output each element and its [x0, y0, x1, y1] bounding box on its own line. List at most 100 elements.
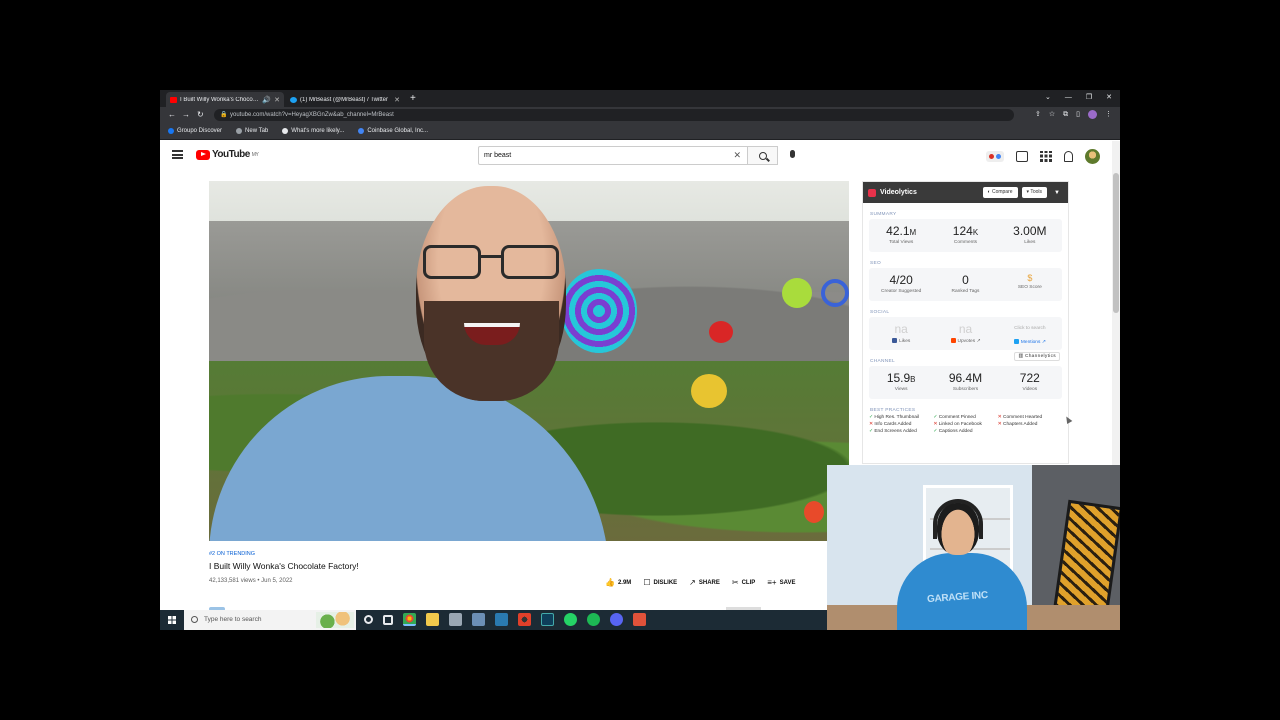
- bookmark-label: Groupo Discover: [177, 128, 223, 134]
- account-avatar[interactable]: [1085, 149, 1100, 164]
- hamburger-menu-icon[interactable]: [172, 150, 183, 159]
- best-practices-list: High Res. Thumbnail Comment Pinned Comme…: [869, 415, 1062, 434]
- apps-grid-icon[interactable]: [1040, 151, 1052, 162]
- menu-kebab-icon[interactable]: ⋮: [1105, 110, 1112, 120]
- stat-ranked-tags: 0 Ranked Tags: [933, 268, 997, 301]
- share-page-icon[interactable]: ⇪: [1035, 110, 1041, 120]
- windows-start-icon[interactable]: [168, 616, 176, 624]
- share-icon: ↗: [689, 578, 696, 587]
- best-practice-item: End Screens Added: [869, 429, 933, 434]
- whatsapp-icon[interactable]: [564, 613, 577, 626]
- summary-stats: 42.1M Total Views 124K Comments 3.00M Li…: [869, 219, 1062, 252]
- toolbar-icons: ⇪ ☆ ⧉ ▯ ⋮: [1035, 110, 1112, 120]
- cloud-app-icon[interactable]: [449, 613, 462, 626]
- compare-label: Compare: [991, 189, 1013, 195]
- create-video-icon[interactable]: [1016, 151, 1028, 162]
- like-button[interactable]: 👍 2.9M: [605, 578, 631, 587]
- scissors-icon: ✂: [731, 578, 739, 587]
- dislike-button[interactable]: ☐ DISLIKE: [643, 578, 677, 587]
- discord-icon[interactable]: [610, 613, 623, 626]
- bookmark-new-tab[interactable]: New Tab: [236, 128, 268, 134]
- restore-button[interactable]: ❐: [1086, 92, 1092, 104]
- youtube-logo[interactable]: YouTube MY: [196, 149, 259, 160]
- best-practices-heading: BEST PRACTICES: [870, 408, 916, 413]
- thumbs-up-icon: 👍: [605, 578, 615, 587]
- spotify-icon[interactable]: [587, 613, 600, 626]
- video-frame-candy-ball: [782, 278, 812, 308]
- notifications-bell-icon[interactable]: [1064, 151, 1073, 162]
- scrollbar-thumb[interactable]: [1113, 173, 1119, 313]
- video-title: I Built Willy Wonka's Chocolate Factory!: [209, 561, 359, 571]
- video-player[interactable]: [209, 181, 849, 541]
- stat-seo-score[interactable]: $ SEO Score: [998, 268, 1062, 301]
- bookmark-whats-more-likely[interactable]: What's more likely...: [282, 128, 344, 134]
- new-tab-button[interactable]: +: [410, 92, 416, 105]
- microphone-icon[interactable]: [790, 150, 795, 158]
- reload-icon[interactable]: ↻: [197, 110, 204, 120]
- share-button[interactable]: ↗ SHARE: [689, 578, 720, 587]
- terminal-icon[interactable]: [541, 613, 554, 626]
- youtube-header: YouTube MY mr beast ✕: [160, 141, 1120, 171]
- globe-icon: [236, 128, 243, 134]
- task-view-icon[interactable]: [383, 614, 393, 625]
- video-actions: 👍 2.9M ☐ DISLIKE ↗ SHARE ✂ CLIP ≡+ SAVE: [605, 578, 796, 587]
- logo-text: YouTube: [212, 149, 250, 160]
- stat-unit: K: [972, 228, 979, 237]
- page-icon: [282, 128, 289, 134]
- trending-label[interactable]: #2 ON TRENDING: [209, 551, 255, 557]
- clear-search-icon[interactable]: ✕: [733, 147, 741, 164]
- close-tab-icon[interactable]: ✕: [394, 96, 400, 104]
- save-button[interactable]: ≡+ SAVE: [767, 578, 795, 587]
- chevron-down-icon[interactable]: ▼: [1051, 190, 1063, 196]
- tab-title: (1) MrBeast (@MrBeast) / Twitter: [300, 96, 388, 103]
- share-label: SHARE: [698, 579, 720, 586]
- back-arrow-icon[interactable]: ←: [168, 110, 176, 120]
- chrome-icon[interactable]: [403, 613, 416, 626]
- stat-value: 0: [962, 273, 969, 287]
- tools-button[interactable]: ▾ Tools: [1021, 187, 1048, 198]
- like-count: 2.9M: [617, 579, 632, 586]
- stat-twitter-mentions[interactable]: Click to search Mentions ↗: [998, 317, 1062, 350]
- side-panel-icon[interactable]: ▯: [1076, 110, 1080, 120]
- video-frame-glasses: [423, 245, 559, 281]
- window-controls: ⌄ — ❐ ✕: [1045, 92, 1112, 104]
- search-button[interactable]: [748, 146, 778, 165]
- tab-twitter[interactable]: (1) MrBeast (@MrBeast) / Twitter ✕: [286, 92, 404, 107]
- tab-youtube[interactable]: I Built Willy Wonka's Chocolate Factory …: [166, 92, 284, 107]
- app-icon[interactable]: [633, 613, 646, 626]
- extension-record-icon[interactable]: [986, 151, 1004, 162]
- playlist-add-icon: ≡+: [767, 578, 777, 587]
- videolytics-header: Videolytics ◐ Compare ▾ Tools ▼: [863, 182, 1068, 203]
- best-practice-item: Linked on Facebook: [933, 422, 997, 427]
- calculator-icon[interactable]: [472, 613, 485, 626]
- stat-label: Comments: [953, 240, 978, 245]
- close-tab-icon[interactable]: ✕: [274, 96, 280, 104]
- search-input[interactable]: mr beast ✕: [478, 146, 748, 165]
- extensions-puzzle-icon[interactable]: ⧉: [1063, 110, 1068, 120]
- store-icon[interactable]: [495, 613, 508, 626]
- stat-value: 722: [1019, 371, 1040, 385]
- close-window-button[interactable]: ✕: [1106, 92, 1112, 104]
- facebook-icon: [892, 338, 898, 343]
- youtube-favicon-icon: [170, 96, 177, 103]
- cortana-icon[interactable]: [364, 615, 373, 624]
- url-bar[interactable]: 🔒 youtube.com/watch?v=HeyagXBGnZw&ab_cha…: [214, 109, 1014, 121]
- stat-unit: M: [909, 228, 917, 237]
- bookmark-groupo-discover[interactable]: Groupo Discover: [168, 128, 222, 134]
- channel-stats: 15.9B Views 96.4M Subscribers 722 Videos: [869, 366, 1062, 399]
- taskbar-search-input[interactable]: Type here to search: [184, 610, 356, 630]
- seo-heading: SEO: [870, 261, 882, 266]
- bookmark-star-icon[interactable]: ☆: [1049, 110, 1055, 120]
- stat-reddit-upvotes[interactable]: na Upvotes ↗: [933, 317, 997, 350]
- clip-button[interactable]: ✂ CLIP: [732, 578, 755, 587]
- tab-search-icon[interactable]: ⌄: [1045, 92, 1051, 104]
- compare-button[interactable]: ◐ Compare: [982, 187, 1018, 198]
- recorder-icon[interactable]: [518, 613, 531, 626]
- forward-arrow-icon[interactable]: →: [182, 110, 190, 120]
- channelytics-button[interactable]: ▥ Channelytics: [1014, 352, 1060, 361]
- profile-avatar-icon[interactable]: [1088, 110, 1097, 119]
- bookmark-coinbase[interactable]: Coinbase Global, Inc...: [358, 128, 428, 134]
- stat-unit: B: [910, 375, 916, 384]
- file-explorer-icon[interactable]: [426, 613, 439, 626]
- minimize-button[interactable]: —: [1065, 92, 1072, 104]
